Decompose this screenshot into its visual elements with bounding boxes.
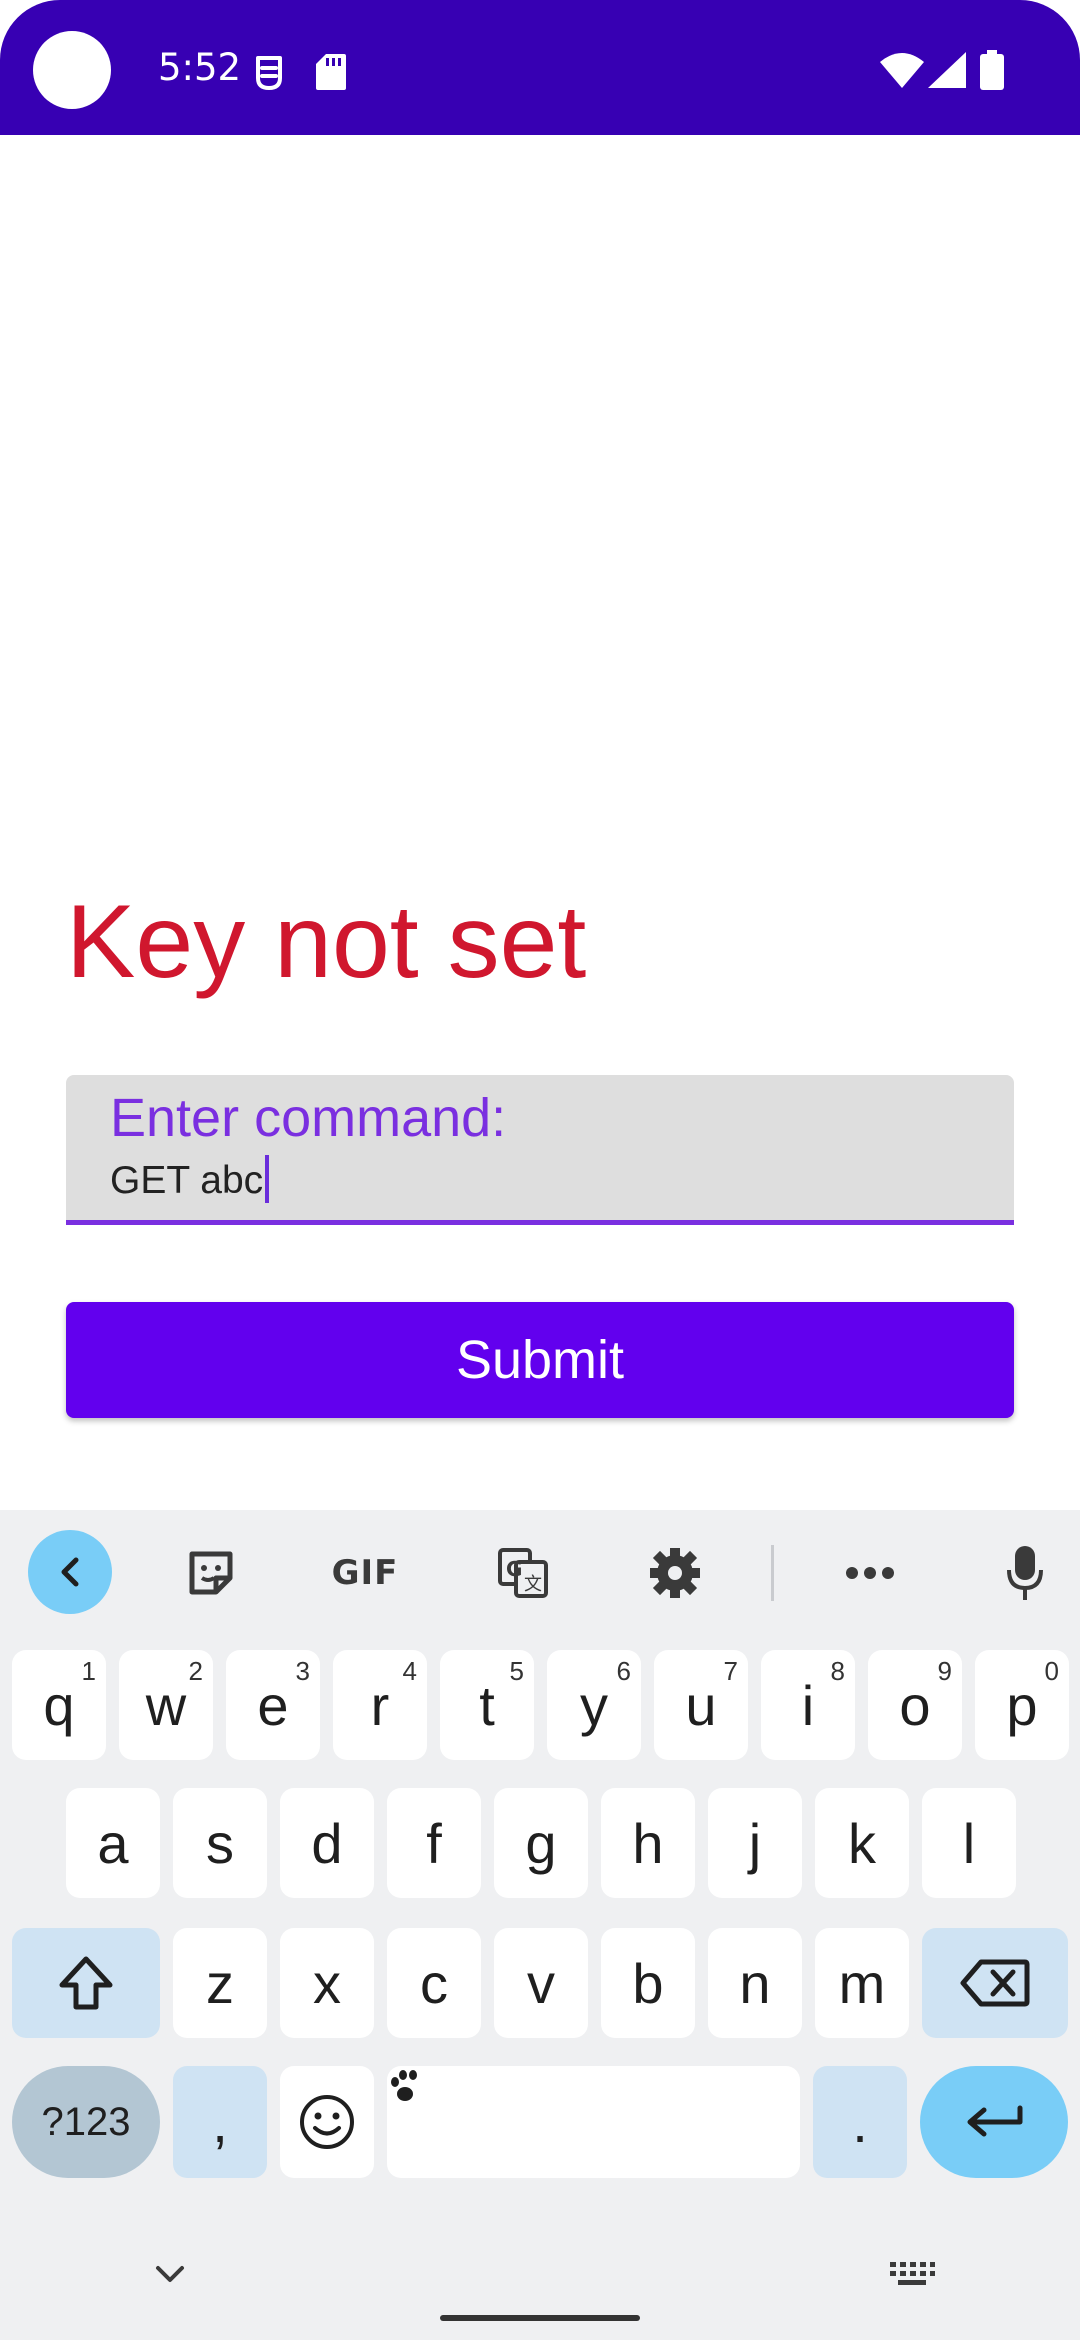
sd-card-icon <box>316 54 346 90</box>
emoji-key[interactable] <box>280 2066 374 2178</box>
key-f[interactable]: f <box>387 1788 481 1898</box>
symbols-key[interactable]: ?123 <box>12 2066 160 2178</box>
microphone-icon[interactable] <box>990 1536 1060 1610</box>
key-r[interactable]: r4 <box>333 1650 427 1760</box>
status-time: 5:52 <box>158 46 242 89</box>
svg-text:文: 文 <box>524 1574 542 1595</box>
backspace-icon <box>960 1959 1030 2007</box>
command-input-label: Enter command: <box>110 1088 507 1148</box>
key-q[interactable]: q1 <box>12 1650 106 1760</box>
home-indicator[interactable] <box>440 2315 640 2321</box>
shift-icon <box>59 1956 113 2010</box>
key-s[interactable]: s <box>173 1788 267 1898</box>
key-a[interactable]: a <box>66 1788 160 1898</box>
key-d[interactable]: d <box>280 1788 374 1898</box>
svg-text:G: G <box>506 1557 522 1581</box>
camera-cutout <box>33 31 111 109</box>
key-g[interactable]: g <box>494 1788 588 1898</box>
key-i[interactable]: i8 <box>761 1650 855 1760</box>
gear-icon[interactable] <box>640 1538 710 1608</box>
command-input[interactable]: Enter command: GET abc <box>66 1075 1014 1225</box>
text-caret <box>265 1155 270 1203</box>
sticker-icon[interactable] <box>176 1540 246 1606</box>
key-l[interactable]: l <box>922 1788 1016 1898</box>
key-j[interactable]: j <box>708 1788 802 1898</box>
key-status-text: Key not set <box>66 884 587 1000</box>
more-icon[interactable] <box>835 1540 905 1606</box>
translate-icon[interactable]: G文 <box>488 1538 558 1608</box>
bug-icon <box>256 56 282 91</box>
key-x[interactable]: x <box>280 1928 374 2038</box>
keyboard-switch-icon[interactable] <box>888 2260 936 2290</box>
key-u[interactable]: u7 <box>654 1650 748 1760</box>
emoji-icon <box>300 2095 354 2149</box>
battery-icon <box>980 50 1004 90</box>
toolbar-divider <box>771 1545 774 1601</box>
chevron-left-icon[interactable] <box>28 1530 112 1614</box>
signal-icon <box>928 52 966 88</box>
key-h[interactable]: h <box>601 1788 695 1898</box>
command-input-value[interactable]: GET abc <box>110 1155 270 1206</box>
key-m[interactable]: m <box>815 1928 909 2038</box>
keyboard-toolbar: GIF G文 <box>0 1510 1080 1630</box>
key-z[interactable]: z <box>173 1928 267 2038</box>
shift-key[interactable] <box>12 1928 160 2038</box>
gif-icon[interactable]: GIF <box>320 1540 410 1606</box>
space-key[interactable] <box>387 2066 800 2178</box>
chevron-down-icon[interactable] <box>150 2260 190 2290</box>
key-o[interactable]: o9 <box>868 1650 962 1760</box>
key-w[interactable]: w2 <box>119 1650 213 1760</box>
key-k[interactable]: k <box>815 1788 909 1898</box>
key-y[interactable]: y6 <box>547 1650 641 1760</box>
key-p[interactable]: p0 <box>975 1650 1069 1760</box>
key-n[interactable]: n <box>708 1928 802 2038</box>
enter-icon <box>967 2105 1023 2137</box>
status-bar: 5:52 <box>0 0 1080 135</box>
key-e[interactable]: e3 <box>226 1650 320 1760</box>
paw-icon <box>391 2070 417 2101</box>
wifi-icon <box>880 53 924 88</box>
comma-key[interactable]: , <box>173 2066 267 2178</box>
period-key[interactable]: . <box>813 2066 907 2178</box>
key-c[interactable]: c <box>387 1928 481 2038</box>
key-t[interactable]: t5 <box>440 1650 534 1760</box>
enter-key[interactable] <box>920 2066 1068 2178</box>
submit-button[interactable]: Submit <box>66 1302 1014 1418</box>
backspace-key[interactable] <box>922 1928 1068 2038</box>
key-b[interactable]: b <box>601 1928 695 2038</box>
key-v[interactable]: v <box>494 1928 588 2038</box>
